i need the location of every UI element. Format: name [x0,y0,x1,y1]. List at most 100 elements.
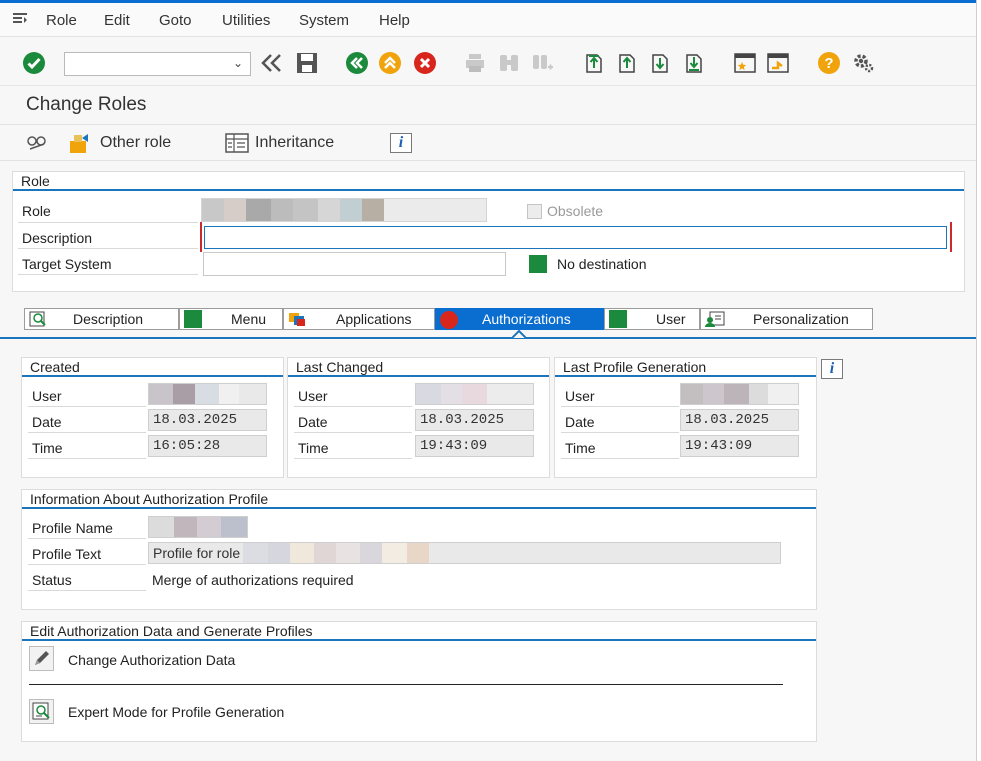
target-system-input[interactable] [203,252,506,276]
divider [18,248,198,249]
divider [561,406,679,407]
last-profile-generation-user-label: User [565,388,595,404]
menu-goto[interactable]: Goto [159,12,192,29]
divider [28,564,146,565]
exit-button[interactable] [378,51,402,75]
last-profile-generation-time-field[interactable]: 19:43:09 [680,435,799,457]
command-field[interactable]: ⌄ [64,52,251,76]
application-toolbar: Other role Inheritance i [0,124,976,161]
menu-system[interactable]: System [299,12,349,29]
last-profile-generation-time-label: Time [565,440,596,456]
save-icon [297,53,317,73]
obsolete-checkbox[interactable] [527,204,542,219]
authorizations-status-icon [440,311,458,329]
created-date-label: Date [32,414,62,430]
last-profile-generation-user-field[interactable] [680,383,799,405]
last-changed-date-field[interactable]: 18.03.2025 [415,409,534,431]
created-user-field[interactable] [148,383,267,405]
system-toolbar: ⌄ ? [0,38,976,86]
glasses-pencil-icon [27,136,46,150]
created-date-field[interactable]: 18.03.2025 [148,409,267,431]
expert-mode-label[interactable]: Expert Mode for Profile Generation [68,704,284,720]
inheritance-label[interactable]: Inheritance [255,134,334,152]
profile-text-field[interactable]: Profile for role [148,542,781,564]
divider [18,274,198,275]
info-icon[interactable]: i [821,359,843,379]
last-profile-generation-title: Last Profile Generation [555,358,816,377]
menu-status-icon [184,310,202,328]
binoculars-icon [500,55,518,71]
check-icon [23,52,45,74]
created-user-label: User [32,388,62,404]
menu-role[interactable]: Role [46,12,77,29]
other-role-button[interactable] [68,132,92,154]
status-value: Merge of authorizations required [152,572,354,588]
last-changed-user-label: User [298,388,328,404]
menu-help[interactable]: Help [379,12,410,29]
tab-user-label: User [656,311,686,327]
first-page-button[interactable] [582,51,606,75]
back-button[interactable] [345,51,369,75]
next-page-button[interactable] [648,51,672,75]
inheritance-button[interactable] [225,133,249,153]
settings-button[interactable] [851,51,875,75]
print-button[interactable] [463,51,487,75]
tab-description[interactable]: Description [24,308,179,330]
divider [29,684,783,685]
role-name-field[interactable] [201,198,487,222]
enter-button[interactable] [22,51,46,75]
cancel-button[interactable] [413,51,437,75]
no-destination-label: No destination [557,256,647,272]
cancel-icon [414,52,436,74]
active-tab-pointer [512,330,526,338]
save-button[interactable] [295,51,319,75]
tab-authorizations-label: Authorizations [482,311,571,327]
pencil-icon [35,651,49,665]
description-input[interactable] [204,226,947,249]
created-time-field[interactable]: 16:05:28 [148,435,267,457]
new-session-button[interactable] [733,51,757,75]
find-button[interactable] [497,51,521,75]
last-page-button[interactable] [682,51,706,75]
expert-mode-button[interactable] [29,699,54,724]
tab-authorizations[interactable]: Authorizations [435,308,604,330]
description-tab-icon [29,311,46,327]
profile-name-field[interactable] [148,516,248,538]
change-auth-data-button[interactable] [29,646,54,671]
exit-icon [379,52,401,74]
menu-edit[interactable]: Edit [104,12,130,29]
tab-personalization[interactable]: Personalization [700,308,873,330]
shortcut-button[interactable] [766,51,790,75]
created-time-label: Time [32,440,63,456]
tab-user[interactable]: User [604,308,700,330]
find-next-button[interactable] [530,51,554,75]
profile-name-label: Profile Name [32,520,113,536]
tab-applications[interactable]: Applications [283,308,435,330]
divider [294,458,412,459]
last-profile-generation-date-field[interactable]: 18.03.2025 [680,409,799,431]
divider [561,432,679,433]
display-change-button[interactable] [26,133,50,153]
print-icon [466,54,484,72]
help-button[interactable]: ? [817,51,841,75]
menu-toggle-icon[interactable] [12,12,28,26]
other-role-label[interactable]: Other role [100,134,171,152]
divider [294,432,412,433]
last-changed-user-field[interactable] [415,383,534,405]
divider [28,458,146,459]
previous-page-button[interactable] [615,51,639,75]
gear-icon [854,54,874,73]
divider [28,538,146,539]
chevron-down-icon[interactable]: ⌄ [233,56,243,70]
menu-utilities[interactable]: Utilities [222,12,270,29]
shortcut-icon [767,53,789,73]
status-label: Status [32,572,72,588]
tab-strip: Description Menu Applications Authorizat… [24,308,874,330]
role-group-title: Role [13,172,964,191]
next-page-icon [652,54,668,73]
last-changed-time-field[interactable]: 19:43:09 [415,435,534,457]
history-button[interactable] [260,51,284,75]
info-icon[interactable]: i [390,133,412,153]
tab-menu[interactable]: Menu [179,308,283,330]
change-auth-data-label[interactable]: Change Authorization Data [68,652,235,668]
